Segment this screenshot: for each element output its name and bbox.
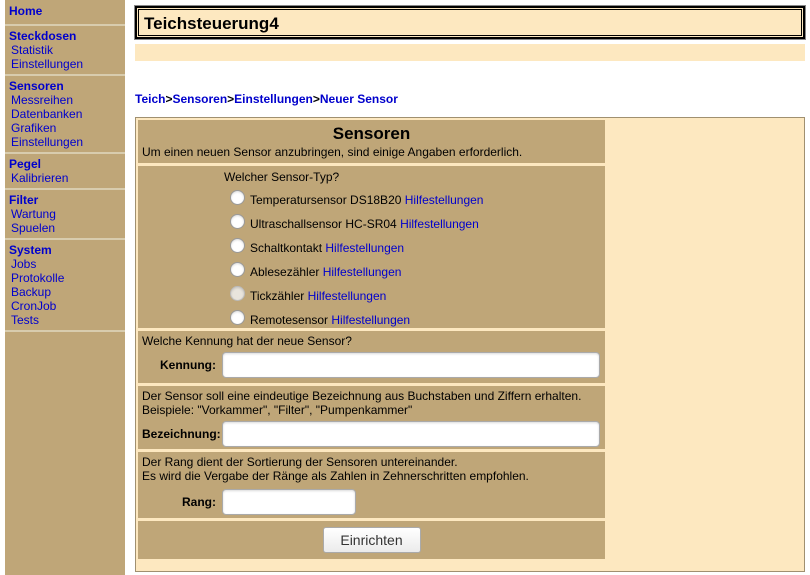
help-link[interactable]: Hilfestellungen xyxy=(308,289,387,303)
sensor-type-option: Schaltkontakt Hilfestellungen xyxy=(142,233,601,257)
sensor-type-label: Ultraschallsensor HC-SR04 xyxy=(250,217,397,231)
sensor-type-radio-remotesensor[interactable] xyxy=(230,309,245,325)
rang-input[interactable] xyxy=(222,489,356,515)
nav-sensoren-datenbanken[interactable]: Datenbanken xyxy=(9,107,125,121)
sidebar: Home Steckdosen Statistik Einstellungen … xyxy=(5,0,125,575)
sensor-type-option: Ultraschallsensor HC-SR04 Hilfestellunge… xyxy=(142,209,601,233)
nav-section-system: System Jobs Protokolle Backup CronJob Te… xyxy=(5,240,125,332)
sensor-type-label: Remotesensor xyxy=(250,313,329,327)
kennung-input[interactable] xyxy=(222,352,600,378)
bezeichnung-info: Der Sensor soll eine eindeutige Bezeichn… xyxy=(142,389,582,403)
help-link[interactable]: Hilfestellungen xyxy=(331,313,410,327)
nav-filter-spuelen[interactable]: Spuelen xyxy=(9,221,125,235)
nav-pegel-kalibrieren[interactable]: Kalibrieren xyxy=(9,171,125,185)
form-title-panel: Sensoren Um einen neuen Sensor anzubring… xyxy=(138,120,605,163)
sensor-type-radio-schaltkontakt[interactable] xyxy=(230,237,245,253)
breadcrumb-einstellungen[interactable]: Einstellungen xyxy=(234,92,313,106)
sensor-type-option: Temperatursensor DS18B20 Hilfestellungen xyxy=(142,185,601,209)
sensor-type-option: Ablesezähler Hilfestellungen xyxy=(142,257,601,281)
content-frame: Sensoren Um einen neuen Sensor anzubring… xyxy=(135,117,805,572)
sensor-type-option: Remotesensor Hilfestellungen xyxy=(142,305,601,329)
bezeichnung-label: Bezeichnung: xyxy=(142,427,221,441)
sensor-type-radio-hcsr04[interactable] xyxy=(230,213,245,229)
sensor-type-question: Welcher Sensor-Typ? xyxy=(224,170,340,184)
bezeichnung-input[interactable] xyxy=(222,421,600,447)
sensor-type-radio-tickzaehler xyxy=(230,285,245,301)
kennung-label: Kennung: xyxy=(160,358,216,372)
help-link[interactable]: Hilfestellungen xyxy=(325,241,404,255)
help-link[interactable]: Hilfestellungen xyxy=(323,265,402,279)
nav-pegel-link[interactable]: Pegel xyxy=(9,157,125,171)
nav-section-steckdosen: Steckdosen Statistik Einstellungen xyxy=(5,26,125,76)
nav-system-jobs[interactable]: Jobs xyxy=(9,257,125,271)
sensor-type-label: Schaltkontakt xyxy=(250,241,323,255)
sensor-type-label: Temperatursensor DS18B20 xyxy=(250,193,402,207)
help-link[interactable]: Hilfestellungen xyxy=(400,217,479,231)
sensor-type-label: Tickzähler xyxy=(250,289,305,303)
nav-steckdosen-statistik[interactable]: Statistik xyxy=(9,43,125,57)
nav-system-tests[interactable]: Tests xyxy=(9,313,125,327)
breadcrumb-sensoren[interactable]: Sensoren xyxy=(172,92,227,106)
new-sensor-form: Sensoren Um einen neuen Sensor anzubring… xyxy=(138,120,605,559)
sensor-type-option: Tickzähler Hilfestellungen xyxy=(142,281,601,305)
nav-system-protokolle[interactable]: Protokolle xyxy=(9,271,125,285)
nav-steckdosen-einstellungen[interactable]: Einstellungen xyxy=(9,57,125,71)
nav-sensoren-grafiken[interactable]: Grafiken xyxy=(9,121,125,135)
sensor-type-label: Ablesezähler xyxy=(250,265,320,279)
nav-filter-wartung[interactable]: Wartung xyxy=(9,207,125,221)
rang-recommendation: Es wird die Vergabe der Ränge als Zahlen… xyxy=(142,469,529,483)
rang-info: Der Rang dient der Sortierung der Sensor… xyxy=(142,455,458,469)
site-title: Teichsteuerung4 xyxy=(138,9,802,36)
rang-panel: Der Rang dient der Sortierung der Sensor… xyxy=(138,452,605,518)
nav-system-backup[interactable]: Backup xyxy=(9,285,125,299)
breadcrumb: Teich>Sensoren>Einstellungen>Neuer Senso… xyxy=(135,92,398,106)
submit-panel: Einrichten xyxy=(138,521,605,559)
form-heading: Sensoren xyxy=(332,124,411,143)
site-header: Teichsteuerung4 xyxy=(134,5,806,40)
sensor-type-radio-ds18b20[interactable] xyxy=(230,189,245,205)
nav-filter-link[interactable]: Filter xyxy=(9,193,125,207)
nav-section-filter: Filter Wartung Spuelen xyxy=(5,190,125,240)
breadcrumb-separator: > xyxy=(312,92,320,106)
nav-section-sensoren: Sensoren Messreihen Datenbanken Grafiken… xyxy=(5,76,125,154)
sensor-type-radio-ablesezaehler[interactable] xyxy=(230,261,245,277)
kennung-question: Welche Kennung hat der neue Sensor? xyxy=(142,334,352,348)
nav-home-link[interactable]: Home xyxy=(9,4,125,18)
nav-section-home: Home xyxy=(5,0,125,26)
nav-sensoren-einstellungen[interactable]: Einstellungen xyxy=(9,135,125,149)
bezeichnung-panel: Der Sensor soll eine eindeutige Bezeichn… xyxy=(138,386,605,449)
nav-system-link[interactable]: System xyxy=(9,243,125,257)
form-intro: Um einen neuen Sensor anzubringen, sind … xyxy=(142,145,523,159)
bezeichnung-examples: Beispiele: "Vorkammer", "Filter", "Pumpe… xyxy=(142,403,413,417)
breadcrumb-teich[interactable]: Teich xyxy=(135,92,165,106)
kennung-panel: Welche Kennung hat der neue Sensor? Kenn… xyxy=(138,331,605,383)
nav-system-cronjob[interactable]: CronJob xyxy=(9,299,125,313)
rang-label: Rang: xyxy=(182,495,216,509)
einrichten-button[interactable]: Einrichten xyxy=(322,527,421,553)
header-band xyxy=(135,44,805,61)
help-link[interactable]: Hilfestellungen xyxy=(405,193,484,207)
nav-section-pegel: Pegel Kalibrieren xyxy=(5,154,125,190)
nav-sensoren-link[interactable]: Sensoren xyxy=(9,79,125,93)
nav-steckdosen-link[interactable]: Steckdosen xyxy=(9,29,125,43)
nav-sensoren-messreihen[interactable]: Messreihen xyxy=(9,93,125,107)
breadcrumb-neuer-sensor[interactable]: Neuer Sensor xyxy=(320,92,398,106)
sensor-type-panel: Welcher Sensor-Typ? Temperatursensor DS1… xyxy=(138,166,605,328)
